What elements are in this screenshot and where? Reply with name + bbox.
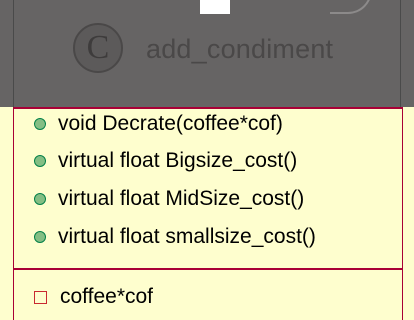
private-field-icon [34, 290, 47, 304]
field-name: coffee*cof [60, 285, 154, 308]
method-signature: void Decrate(coffee*cof) [58, 112, 283, 135]
method-signature: virtual float Bigsize_cost() [58, 149, 298, 172]
class-name: add_condiment [146, 34, 334, 64]
class-stereotype-letter: C [86, 29, 110, 66]
public-method-icon [34, 231, 46, 243]
class-stereotype-icon: C [73, 23, 123, 73]
public-method-icon [34, 155, 46, 167]
public-method-icon [34, 193, 46, 205]
method-row: void Decrate(coffee*cof) [34, 108, 283, 140]
method-signature: virtual float MidSize_cost() [58, 187, 305, 210]
method-row: virtual float MidSize_cost() [34, 183, 304, 215]
method-row: virtual float Bigsize_cost() [34, 145, 297, 177]
method-signature: virtual float smallsize_cost() [58, 225, 316, 248]
public-method-icon [34, 118, 46, 130]
methods-separator [13, 268, 403, 270]
method-row: virtual float smallsize_cost() [34, 221, 316, 253]
top-glare [200, 0, 230, 14]
field-row: coffee*cof [34, 282, 153, 312]
class-header: C add_condiment [0, 0, 414, 107]
